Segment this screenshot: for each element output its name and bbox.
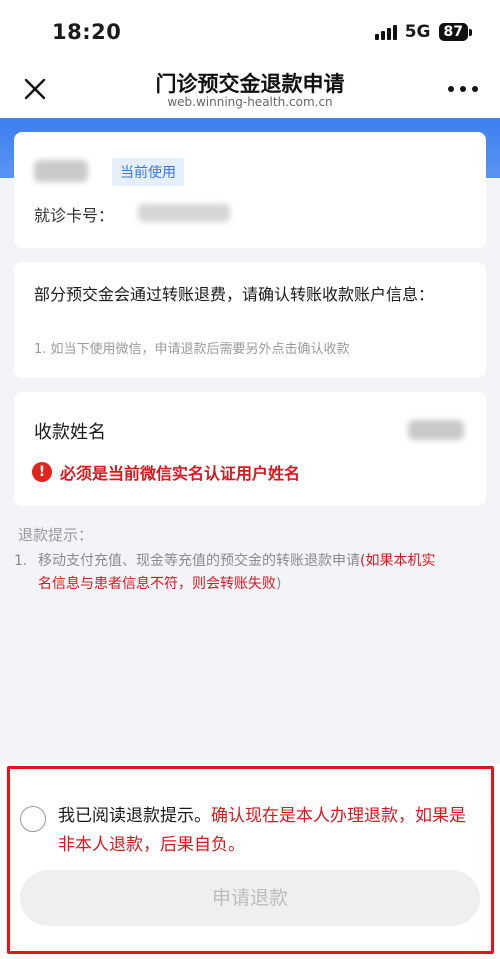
agree-text-normal: 我已阅读退款提示。 bbox=[58, 806, 211, 826]
patient-card: 当前使用 就诊卡号： bbox=[14, 132, 486, 248]
exclamation-icon: ! bbox=[32, 462, 52, 482]
status-bar: 18:20 5G 87 bbox=[0, 0, 500, 62]
payee-name-label: 收款姓名 bbox=[34, 422, 106, 443]
tips-line1-normal: 移动支付充值、现金等充值的预交金的转账退款申请 bbox=[38, 553, 360, 569]
notice-item: 1. 如当下使用微信，申请退款后需要另外点击确认收款 bbox=[34, 342, 350, 357]
page-title: 门诊预交金退款申请 bbox=[155, 72, 345, 96]
payee-card: 收款姓名 ! 必须是当前微信实名认证用户姓名 bbox=[14, 392, 486, 506]
warning-text: 必须是当前微信实名认证用户姓名 bbox=[60, 464, 301, 483]
payee-name-redacted bbox=[408, 420, 464, 440]
more-icon[interactable] bbox=[448, 86, 478, 96]
notice-card: 部分预交金会通过转账退费，请确认转账收款账户信息： 1. 如当下使用微信，申请退… bbox=[14, 262, 486, 378]
tips-item: 1. 移动支付充值、现金等充值的预交金的转账退款申请(如果本机实 名信息与患者信息… bbox=[14, 550, 486, 596]
payee-warning: ! 必须是当前微信实名认证用户姓名 bbox=[32, 460, 300, 484]
tips-line1-red: (如果本机实 bbox=[360, 553, 436, 569]
page-url: web.winning-health.com.cn bbox=[167, 95, 333, 109]
network-type: 5G bbox=[404, 22, 431, 42]
tips-title: 退款提示： bbox=[18, 526, 94, 544]
patient-name-redacted bbox=[34, 160, 88, 182]
signal-icon bbox=[374, 24, 397, 40]
status-indicators: 5G 87 bbox=[374, 22, 473, 42]
tips-line2-normal: ) bbox=[276, 576, 282, 592]
tips-line2-red: 名信息与患者信息不符，则会转账失败 bbox=[38, 576, 276, 592]
battery-icon: 87 bbox=[438, 23, 473, 41]
status-time: 18:20 bbox=[52, 20, 122, 44]
tips-item-number: 1. bbox=[14, 553, 28, 569]
agree-checkbox[interactable] bbox=[20, 806, 46, 832]
submit-refund-button[interactable]: 申请退款 bbox=[20, 870, 480, 926]
notice-text: 部分预交金会通过转账退费，请确认转账收款账户信息： bbox=[34, 285, 435, 304]
agree-text: 我已阅读退款提示。确认现在是本人办理退款，如果是非本人退款，后果自负。 bbox=[58, 802, 478, 860]
nav-bar: 门诊预交金退款申请 web.winning-health.com.cn bbox=[0, 62, 500, 118]
card-number-redacted bbox=[138, 204, 230, 222]
current-badge: 当前使用 bbox=[112, 158, 184, 186]
card-number-label: 就诊卡号： bbox=[34, 206, 115, 225]
